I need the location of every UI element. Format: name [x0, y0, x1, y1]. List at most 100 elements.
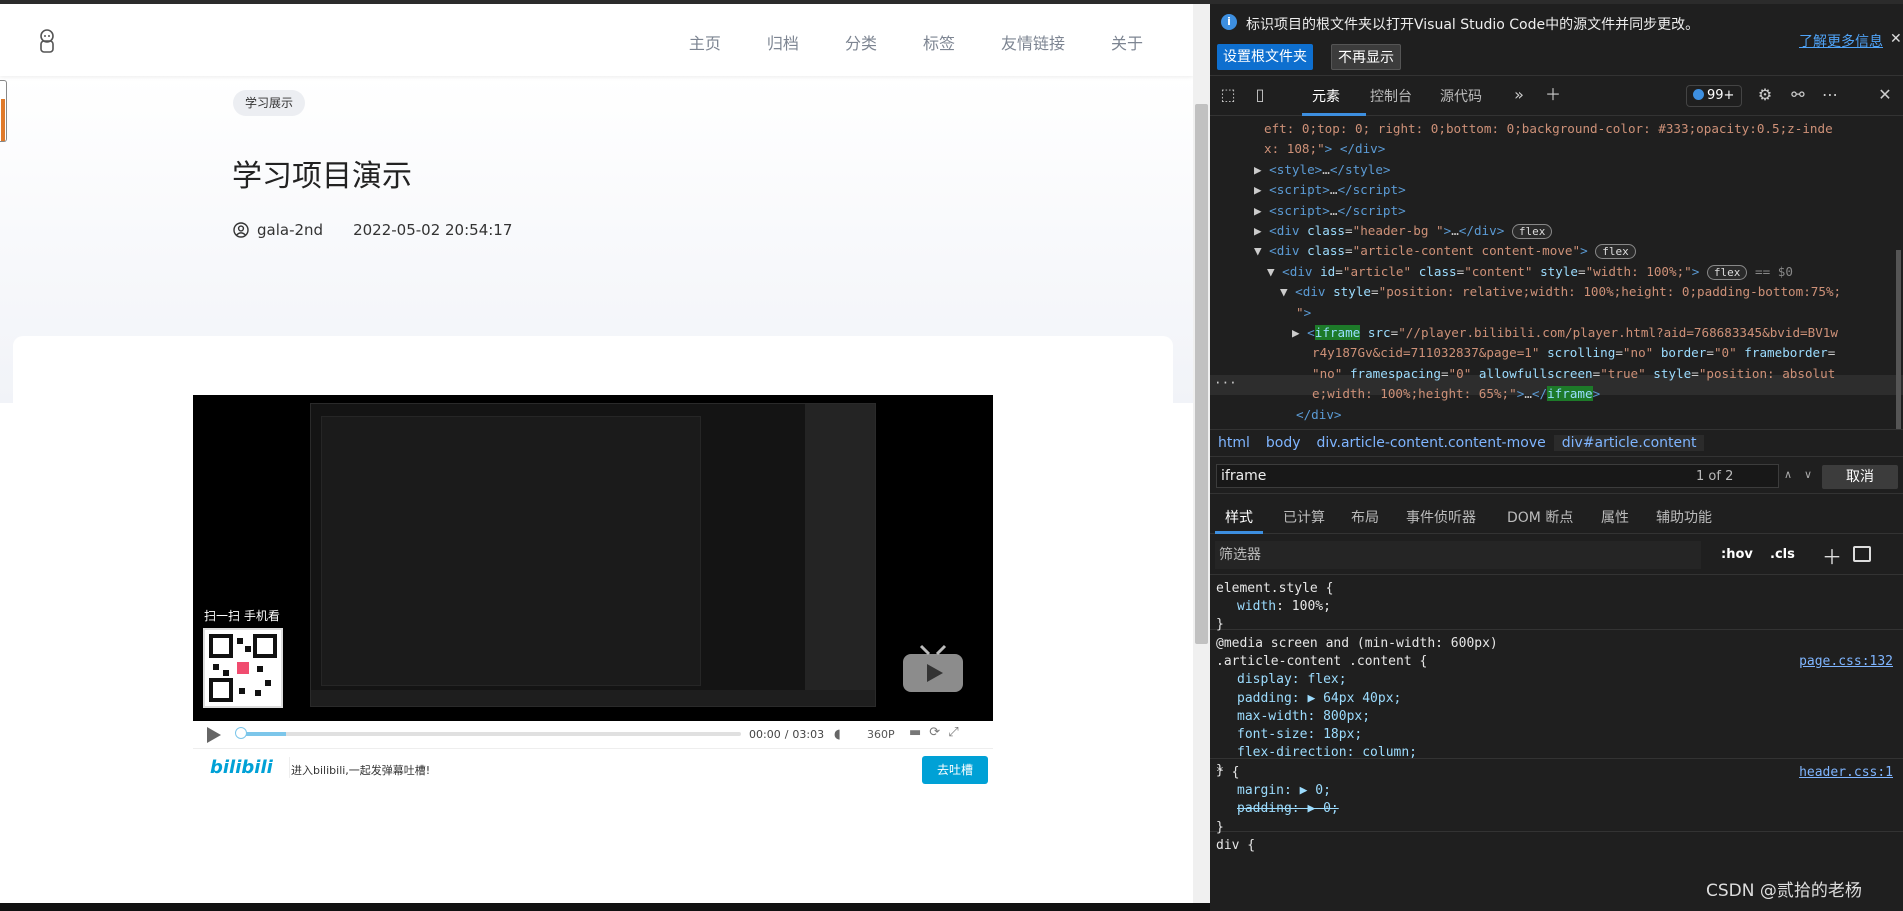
dom-line-selected[interactable]: ▼ <div id="article" class="content" styl…	[1267, 262, 1793, 282]
tab-layout[interactable]: 布局	[1351, 507, 1379, 527]
breadcrumb-body[interactable]: body	[1258, 435, 1309, 451]
tab-properties[interactable]: 属性	[1601, 507, 1629, 527]
nav-friend-links[interactable]: 友情链接	[1001, 30, 1065, 54]
dom-line[interactable]: r4y187Gv&cid=711032837&page=1" scrolling…	[1312, 343, 1835, 363]
learn-more-link[interactable]: 了解更多信息	[1799, 31, 1883, 51]
dom-line[interactable]: ▼ <div class="article-content content-mo…	[1254, 241, 1636, 261]
dom-scrollbar[interactable]	[1894, 230, 1903, 429]
search-prev-icon[interactable]: ∧	[1778, 465, 1798, 485]
tab-console[interactable]: 控制台	[1370, 86, 1412, 106]
more-tabs-icon[interactable]: »	[1509, 85, 1529, 105]
css-selector[interactable]: * {	[1216, 764, 1897, 782]
loop-icon[interactable]: ⟳	[929, 725, 940, 740]
toggle-sidebar-icon[interactable]	[1853, 546, 1871, 562]
dom-line[interactable]: ▶ <style>…</style>	[1254, 160, 1391, 180]
nav-categories[interactable]: 分类	[845, 30, 877, 54]
hov-toggle[interactable]: :hov	[1721, 547, 1753, 562]
dom-line[interactable]: ">	[1296, 303, 1311, 323]
css-selector[interactable]: .article-content .content {	[1216, 653, 1897, 671]
node-actions-icon[interactable]: ···	[1214, 373, 1237, 393]
tab-computed[interactable]: 已计算	[1283, 507, 1325, 527]
dom-line[interactable]: ▶ <iframe src="//player.bilibili.com/pla…	[1292, 323, 1838, 343]
add-tab-icon[interactable]: ＋	[1543, 85, 1563, 105]
tab-sources[interactable]: 源代码	[1440, 86, 1482, 106]
tab-styles[interactable]: 样式	[1225, 507, 1253, 527]
danmaku-button[interactable]: 去吐槽	[922, 756, 988, 784]
progress-knob[interactable]	[235, 727, 247, 739]
issues-badge[interactable]: 99+	[1686, 85, 1742, 107]
device-toolbar-icon[interactable]: ▯	[1250, 85, 1270, 105]
article-tag[interactable]: 学习展示	[233, 90, 306, 116]
page-scrollbar[interactable]	[1193, 4, 1210, 903]
cls-toggle[interactable]: .cls	[1770, 547, 1795, 562]
bilibili-logo[interactable]: bilibili	[210, 757, 290, 778]
css-property[interactable]: width: 100%;	[1216, 598, 1897, 616]
css-property[interactable]: font-size: 18px;	[1216, 726, 1897, 744]
set-root-folder-button[interactable]: 设置根文件夹	[1217, 44, 1313, 70]
dom-line[interactable]: eft: 0;top: 0; right: 0;bottom: 0;backgr…	[1264, 119, 1833, 139]
css-source-link[interactable]: header.css:1	[1799, 764, 1893, 782]
video-player[interactable]: 扫一扫 手机看	[193, 395, 993, 721]
dom-line[interactable]: ▶ <script>…</script>	[1254, 201, 1406, 221]
control-icons: ▬ ⟳ ⤢	[909, 725, 959, 740]
more-options-icon[interactable]: ⋯	[1820, 85, 1840, 105]
danmaku-icon[interactable]: ▬	[909, 725, 921, 740]
site-logo-icon[interactable]	[36, 28, 58, 54]
bilibili-tv-play-icon[interactable]	[901, 642, 965, 696]
css-rules: element.style { width: 100%; } @media sc…	[1210, 576, 1903, 911]
csdn-watermark: CSDN @贰拾的老杨	[1706, 881, 1862, 901]
css-property[interactable]: padding: ▶ 64px 40px;	[1216, 690, 1897, 708]
css-source-link[interactable]: page.css:132	[1799, 653, 1893, 671]
quality-selector[interactable]: 360P	[867, 728, 895, 741]
dom-tree: ··· eft: 0;top: 0; right: 0;bottom: 0;ba…	[1210, 117, 1903, 429]
nav-about[interactable]: 关于	[1111, 30, 1143, 54]
page-scrollbar-thumb[interactable]	[1195, 104, 1208, 644]
dom-line[interactable]: ▼ <div style="position: relative;width: …	[1280, 282, 1841, 302]
styles-filter-input[interactable]: 筛选器	[1215, 541, 1701, 569]
dom-line[interactable]: ▶ <div class="header-bg ">…</div> flex	[1254, 221, 1553, 241]
css-selector[interactable]: div {	[1216, 837, 1897, 855]
dom-line[interactable]: "no" framespacing="0" allowfullscreen="t…	[1312, 364, 1835, 384]
customize-icon[interactable]: ⚯	[1788, 85, 1808, 105]
article-date: 2022-05-02 20:54:17	[353, 221, 513, 239]
tab-dom-breakpoints[interactable]: DOM 断点	[1507, 507, 1573, 527]
breadcrumb-article-content[interactable]: div.article-content.content-move	[1309, 435, 1554, 451]
tab-elements[interactable]: 元素	[1312, 86, 1340, 106]
dom-line[interactable]: </div>	[1296, 405, 1342, 425]
danmaku-placeholder[interactable]: 进入bilibili,一起发弹幕吐槽!	[291, 762, 430, 778]
dom-search-input[interactable]: iframe	[1216, 464, 1779, 488]
css-property[interactable]: max-width: 800px;	[1216, 708, 1897, 726]
css-property-overridden[interactable]: padding: ▶ 0;	[1216, 800, 1897, 818]
dom-line[interactable]: x: 108;"> </div>	[1264, 139, 1385, 159]
styles-tabs: 样式 已计算 布局 事件侦听器 DOM 断点 属性 辅助功能	[1210, 496, 1903, 534]
nav-home[interactable]: 主页	[689, 30, 721, 54]
css-selector[interactable]: element.style {	[1216, 580, 1897, 598]
tab-accessibility[interactable]: 辅助功能	[1656, 507, 1712, 527]
qr-code-icon	[203, 628, 283, 708]
breadcrumb-html[interactable]: html	[1210, 435, 1258, 451]
progress-bar[interactable]	[241, 732, 741, 736]
info-text: 标识项目的根文件夹以打开Visual Studio Code中的源文件并同步更改…	[1246, 17, 1700, 33]
css-property[interactable]: margin: ▶ 0;	[1216, 782, 1897, 800]
search-next-icon[interactable]: ∨	[1798, 465, 1818, 485]
breadcrumb-article[interactable]: div#article.content	[1553, 435, 1705, 451]
widescreen-icon[interactable]: ⤢	[948, 725, 958, 740]
inspect-icon[interactable]: ⬚	[1218, 85, 1238, 105]
close-devtools-icon[interactable]: ✕	[1875, 85, 1895, 105]
play-icon[interactable]	[207, 727, 221, 743]
search-cancel-button[interactable]: 取消	[1822, 465, 1898, 489]
devtools-toolbar: ⬚ ▯ 元素 控制台 源代码 » ＋ 99+ ⚙ ⚯ ⋯ ✕	[1210, 76, 1903, 116]
css-property[interactable]: display: flex;	[1216, 671, 1897, 689]
side-drawer-tab[interactable]	[0, 80, 7, 142]
dom-line[interactable]: e;width: 100%;height: 65%;">…</iframe>	[1312, 384, 1600, 404]
devtools-panel: i 标识项目的根文件夹以打开Visual Studio Code中的源文件并同步…	[1210, 4, 1903, 911]
dom-line[interactable]: ▶ <script>…</script>	[1254, 180, 1406, 200]
new-rule-icon[interactable]: ＋	[1822, 541, 1842, 570]
close-icon[interactable]: ✕	[1890, 31, 1902, 47]
tab-event-listeners[interactable]: 事件侦听器	[1406, 507, 1476, 527]
volume-icon[interactable]: ◖	[834, 727, 841, 742]
nav-tags[interactable]: 标签	[923, 30, 955, 54]
gear-icon[interactable]: ⚙	[1755, 85, 1775, 105]
dont-show-again-button[interactable]: 不再显示	[1331, 44, 1401, 70]
nav-archive[interactable]: 归档	[767, 30, 799, 54]
